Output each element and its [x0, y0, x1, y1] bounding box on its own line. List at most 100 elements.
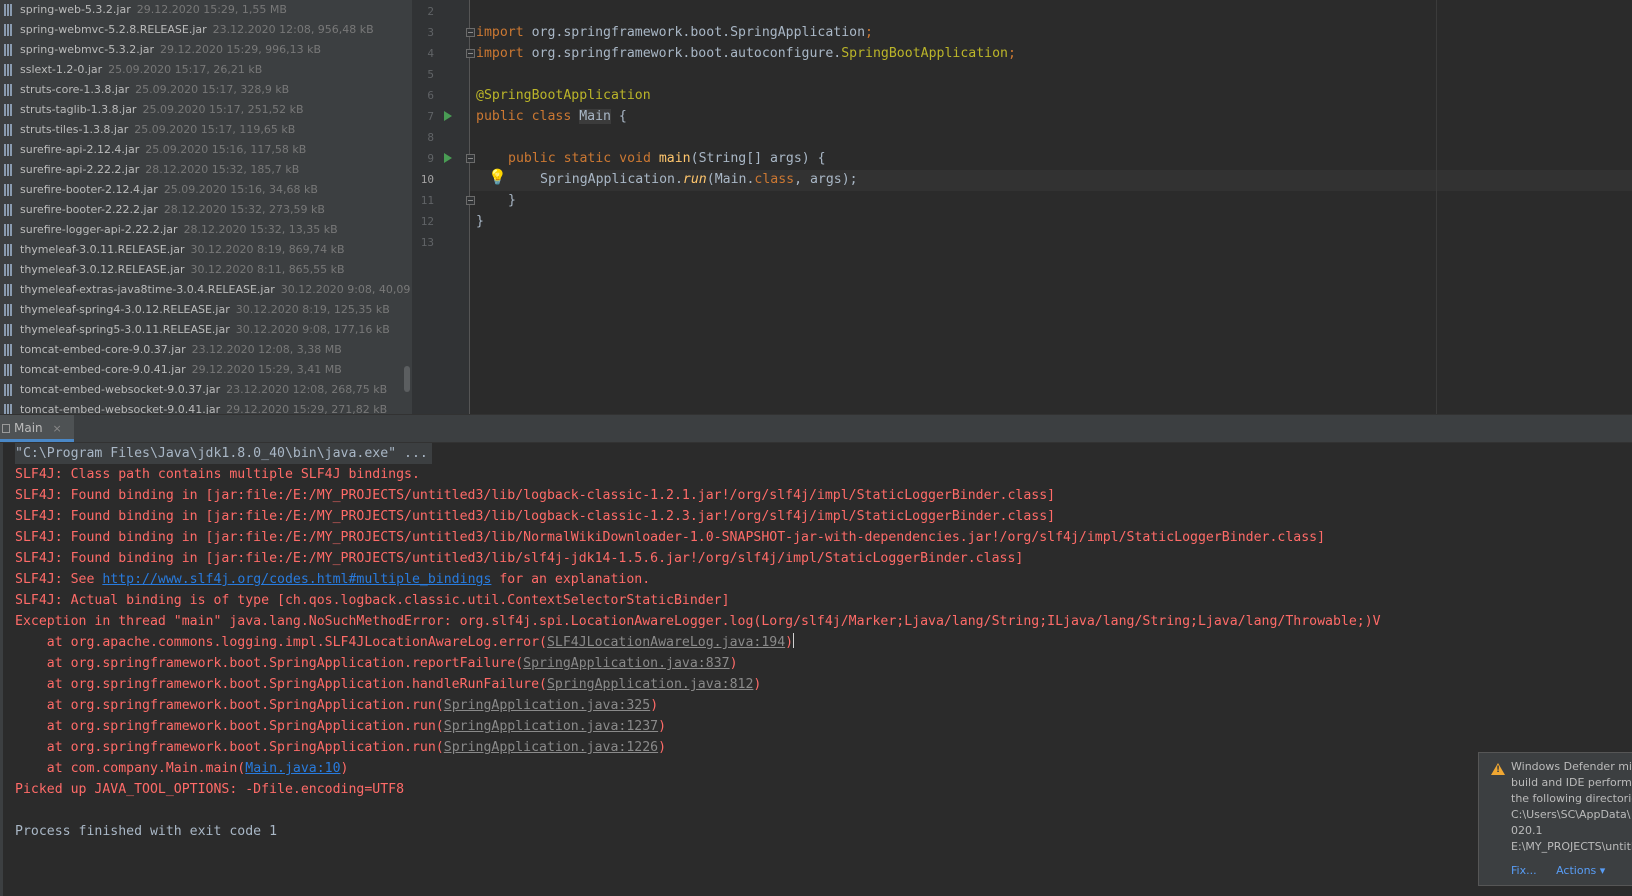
tree-item-jar[interactable]: sslext-1.2-0.jar 25.09.2020 15:17, 26,21 …: [0, 60, 412, 80]
line-number: 2: [427, 5, 434, 18]
close-tab-icon[interactable]: ×: [52, 422, 61, 435]
stack-frame-link[interactable]: SpringApplication.java:1237: [444, 719, 658, 734]
tree-item-jar[interactable]: tomcat-embed-core-9.0.41.jar 29.12.2020 1…: [0, 360, 412, 380]
tree-item-jar[interactable]: struts-taglib-1.3.8.jar 25.09.2020 15:17,…: [0, 100, 412, 120]
jar-icon: [4, 4, 13, 16]
warning-icon: [1491, 763, 1505, 775]
import-path: org.springframework.boot.autoconfigure.: [523, 46, 842, 61]
stack-frame: at org.springframework.boot.SpringApplic…: [15, 695, 658, 716]
tree-item-jar[interactable]: tomcat-embed-core-9.0.37.jar 23.12.2020 1…: [0, 340, 412, 360]
run-tab-label: Main: [14, 421, 43, 435]
process-finished-line: Process finished with exit code 1: [15, 824, 278, 839]
tree-item-jar[interactable]: thymeleaf-3.0.11.RELEASE.jar 30.12.2020 8…: [0, 240, 412, 260]
jar-meta: 29.12.2020 15:29, 1,55 MB: [136, 3, 287, 16]
console-line: SLF4J: Found binding in [jar:file:/E:/MY…: [15, 488, 1056, 503]
lightbulb-icon[interactable]: 💡: [488, 168, 507, 186]
jar-icon: [4, 364, 13, 376]
fold-method-end-icon[interactable]: [466, 196, 475, 205]
stack-frame-close: ): [650, 698, 659, 713]
stack-frame-link[interactable]: SLF4JLocationAwareLog.java:194: [547, 635, 785, 650]
tree-item-jar[interactable]: tomcat-embed-websocket-9.0.41.jar 29.12.2…: [0, 400, 412, 414]
code-line-10: SpringApplication.run(Main.class, args);: [540, 169, 858, 190]
jar-meta: 30.12.2020 8:19, 869,74 kB: [190, 243, 345, 256]
run-console[interactable]: "C:\Program Files\Java\jdk1.8.0_40\bin\j…: [0, 443, 1632, 896]
tree-item-jar[interactable]: surefire-api-2.22.2.jar 28.12.2020 15:32,…: [0, 160, 412, 180]
jar-name: spring-webmvc-5.3.2.jar 29.12.2020 15:29,…: [20, 43, 322, 56]
editor-gutter: 2 3 4 5 6 7 8 9 10 11 12 13: [412, 0, 470, 414]
jar-meta: 25.09.2020 15:17, 119,65 kB: [134, 123, 296, 136]
notification-line: build and IDE performa: [1511, 776, 1632, 789]
jar-icon: [4, 184, 13, 196]
tree-scrollbar[interactable]: [404, 366, 410, 392]
tree-item-jar[interactable]: tomcat-embed-websocket-9.0.37.jar 23.12.2…: [0, 380, 412, 400]
slf4j-docs-link[interactable]: http://www.slf4j.org/codes.html#multiple…: [102, 572, 491, 587]
stack-frame-link[interactable]: SpringApplication.java:1226: [444, 740, 658, 755]
jar-meta: 25.09.2020 15:16, 117,58 kB: [145, 143, 307, 156]
jar-meta: 28.12.2020 15:32, 273,59 kB: [163, 203, 325, 216]
jar-meta: 28.12.2020 15:32, 185,7 kB: [145, 163, 300, 176]
tree-item-jar[interactable]: spring-webmvc-5.3.2.jar 29.12.2020 15:29,…: [0, 40, 412, 60]
jar-icon: [4, 104, 13, 116]
stack-frame: at org.springframework.boot.SpringApplic…: [15, 716, 666, 737]
jar-icon: [4, 404, 13, 414]
stack-frame-link[interactable]: SpringApplication.java:837: [523, 656, 729, 671]
tree-item-jar[interactable]: surefire-logger-api-2.22.2.jar 28.12.2020…: [0, 220, 412, 240]
actions-dropdown[interactable]: Actions ▾: [1556, 864, 1605, 877]
notification-line: 020.1: [1511, 824, 1543, 837]
stack-frame-link[interactable]: SpringApplication.java:812: [547, 677, 753, 692]
tree-item-jar[interactable]: surefire-booter-2.12.4.jar 25.09.2020 15:…: [0, 180, 412, 200]
tree-item-jar[interactable]: struts-tiles-1.3.8.jar 25.09.2020 15:17, …: [0, 120, 412, 140]
jar-icon: [4, 84, 13, 96]
line-number-current: 10: [420, 173, 434, 186]
jar-meta: 25.09.2020 15:17, 328,9 kB: [135, 83, 290, 96]
tree-item-jar[interactable]: thymeleaf-spring5-3.0.11.RELEASE.jar 30.1…: [0, 320, 412, 340]
tree-item-jar[interactable]: struts-core-1.3.8.jar 25.09.2020 15:17, 3…: [0, 80, 412, 100]
run-class-icon[interactable]: [444, 111, 452, 121]
code-line-4: import org.springframework.boot.autoconf…: [476, 43, 1016, 64]
keyword: public static void: [508, 151, 659, 166]
run-main-icon[interactable]: [444, 153, 452, 163]
fix-link[interactable]: Fix...: [1511, 864, 1537, 877]
jar-name: surefire-logger-api-2.22.2.jar 28.12.2020…: [20, 223, 338, 236]
tree-item-jar[interactable]: surefire-api-2.12.4.jar 25.09.2020 15:16,…: [0, 140, 412, 160]
jar-icon: [4, 124, 13, 136]
console-line: SLF4J: Found binding in [jar:file:/E:/MY…: [15, 509, 1056, 524]
run-tab-main[interactable]: Main ×: [0, 415, 74, 442]
class-name: Main: [579, 109, 611, 124]
tree-item-jar[interactable]: thymeleaf-extras-java8time-3.0.4.RELEASE…: [0, 280, 412, 300]
notification-line: Windows Defender mig: [1511, 760, 1632, 773]
console-text: for an explanation.: [491, 572, 651, 587]
jar-meta: 30.12.2020 9:08, 40,09 kB: [280, 283, 412, 296]
line-number: 5: [427, 68, 434, 81]
jar-name: struts-tiles-1.3.8.jar 25.09.2020 15:17, …: [20, 123, 296, 136]
fold-imports-end-icon[interactable]: [466, 49, 475, 58]
console-line: SLF4J: See http://www.slf4j.org/codes.ht…: [15, 569, 650, 590]
tree-item-jar[interactable]: surefire-booter-2.22.2.jar 28.12.2020 15:…: [0, 200, 412, 220]
line-number: 3: [427, 26, 434, 39]
jar-name: surefire-api-2.12.4.jar 25.09.2020 15:16,…: [20, 143, 307, 156]
jar-name: thymeleaf-extras-java8time-3.0.4.RELEASE…: [20, 280, 412, 300]
line-number: 12: [420, 215, 434, 228]
jar-meta: 30.12.2020 8:11, 865,55 kB: [190, 263, 345, 276]
code-line-11: }: [508, 193, 516, 208]
jar-icon: [4, 264, 13, 276]
defender-notification[interactable]: Windows Defender mig build and IDE perfo…: [1478, 752, 1632, 886]
stack-frame-text: at org.springframework.boot.SpringApplic…: [15, 656, 524, 671]
tree-item-jar[interactable]: spring-web-5.3.2.jar 29.12.2020 15:29, 1,…: [0, 0, 412, 20]
code-line-7: public class Main {: [476, 106, 627, 127]
stack-frame-close: ): [753, 677, 762, 692]
line-number: 6: [427, 89, 434, 102]
main-java-link[interactable]: Main.java:10: [245, 761, 340, 776]
stack-frame-link[interactable]: SpringApplication.java:325: [444, 698, 650, 713]
console-command[interactable]: "C:\Program Files\Java\jdk1.8.0_40\bin\j…: [15, 443, 432, 464]
fold-method-icon[interactable]: [466, 154, 475, 163]
fold-imports-icon[interactable]: [466, 28, 475, 37]
call-method: run: [682, 172, 707, 187]
tree-item-jar[interactable]: thymeleaf-spring4-3.0.12.RELEASE.jar 30.1…: [0, 300, 412, 320]
tree-item-jar[interactable]: thymeleaf-3.0.12.RELEASE.jar 30.12.2020 8…: [0, 260, 412, 280]
exception-line: Exception in thread "main" java.lang.NoS…: [15, 614, 1381, 629]
jar-meta: 23.12.2020 12:08, 268,75 kB: [226, 383, 388, 396]
jar-name: tomcat-embed-websocket-9.0.41.jar 29.12.2…: [20, 403, 388, 414]
code-editor[interactable]: 2 3 4 5 6 7 8 9 10 11 12 13 💡 import org…: [412, 0, 1632, 414]
tree-item-jar[interactable]: spring-webmvc-5.2.8.RELEASE.jar 23.12.202…: [0, 20, 412, 40]
